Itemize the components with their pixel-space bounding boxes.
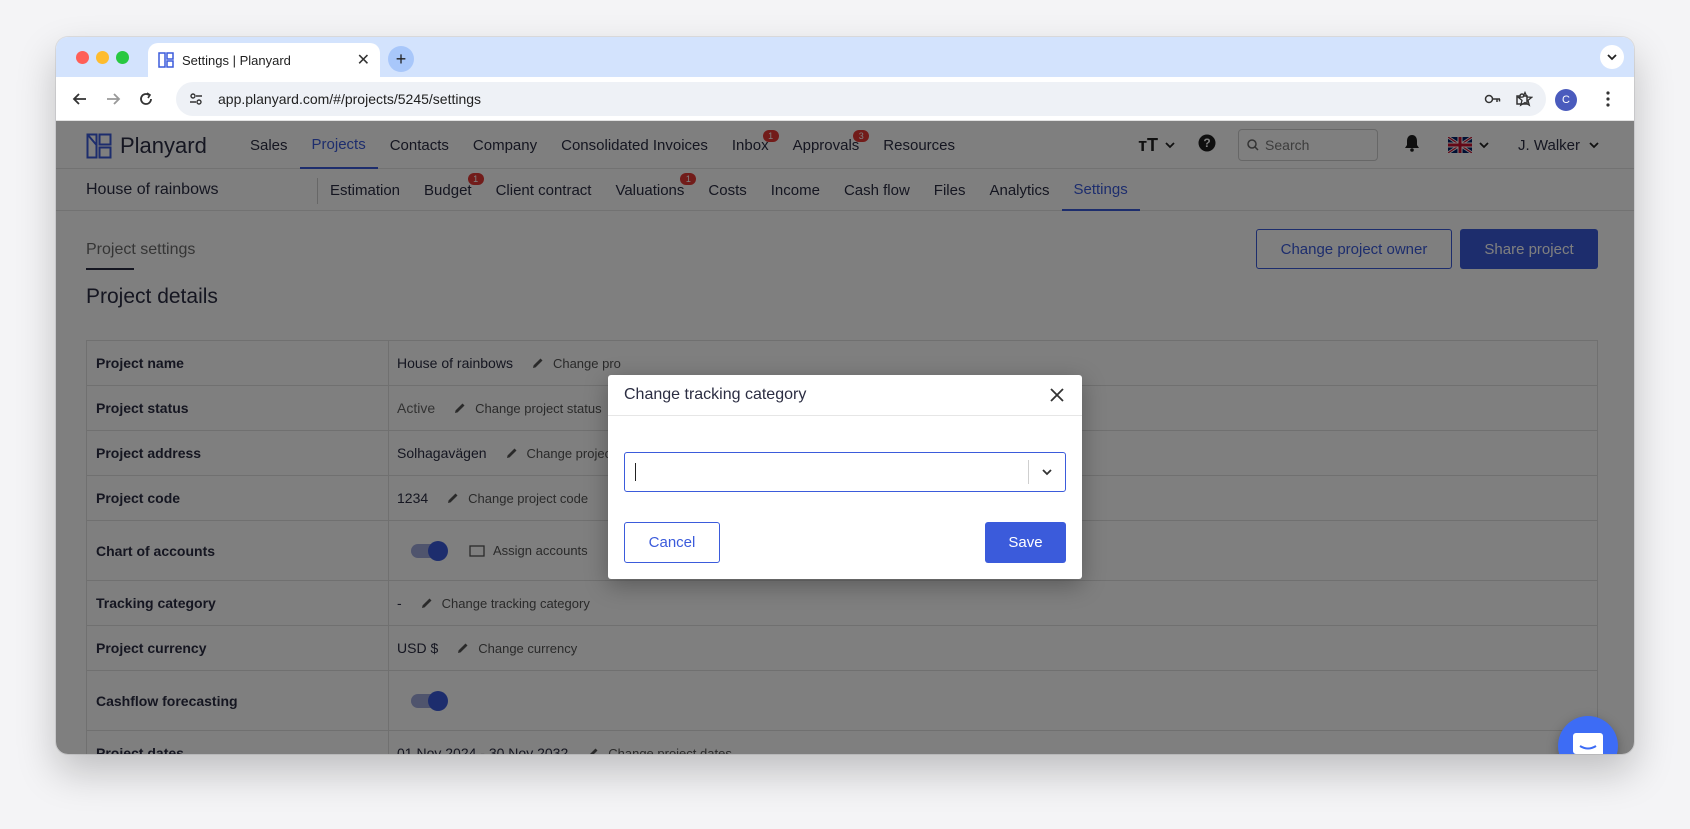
- close-icon[interactable]: [1048, 386, 1066, 404]
- tab-title: Settings | Planyard: [182, 52, 291, 68]
- minimize-window-button[interactable]: [96, 51, 109, 64]
- tab-strip: Settings | Planyard ✕ +: [56, 37, 1634, 77]
- chevron-down-icon: [1042, 469, 1052, 476]
- browser-toolbar: app.planyard.com/#/projects/5245/setting…: [56, 77, 1634, 121]
- profile-avatar[interactable]: C: [1555, 89, 1577, 111]
- chat-icon: [1573, 733, 1603, 754]
- dialog-title: Change tracking category: [624, 386, 807, 403]
- more-vert-icon: [1606, 91, 1610, 107]
- forward-button[interactable]: [101, 87, 125, 111]
- url-text: app.planyard.com/#/projects/5245/setting…: [218, 91, 482, 107]
- arrow-left-icon: [72, 93, 86, 105]
- cancel-button[interactable]: Cancel: [624, 522, 720, 563]
- text-caret: [635, 463, 636, 481]
- reload-icon: [140, 92, 152, 105]
- tracking-category-input[interactable]: [625, 453, 1028, 491]
- new-tab-button[interactable]: +: [388, 46, 414, 72]
- arrow-right-icon: [107, 93, 121, 105]
- browser-menu-button[interactable]: [1596, 87, 1620, 111]
- tab-close-icon[interactable]: ✕: [357, 50, 370, 70]
- tracking-category-select[interactable]: [624, 452, 1066, 492]
- extensions-button[interactable]: [1510, 87, 1534, 111]
- reload-button[interactable]: [134, 87, 158, 111]
- chevron-down-icon: [1607, 54, 1617, 61]
- tab-search-button[interactable]: [1600, 45, 1624, 69]
- close-window-button[interactable]: [76, 51, 89, 64]
- save-button[interactable]: Save: [985, 522, 1066, 563]
- change-tracking-category-dialog: Change tracking category Cancel Save: [608, 375, 1082, 579]
- address-bar[interactable]: app.planyard.com/#/projects/5245/setting…: [176, 82, 1546, 116]
- browser-window: Settings | Planyard ✕ + app.planyard.com…: [56, 37, 1634, 754]
- site-info-icon[interactable]: [188, 91, 204, 107]
- browser-tab[interactable]: Settings | Planyard ✕: [148, 43, 380, 77]
- dialog-header: Change tracking category: [608, 375, 1082, 416]
- maximize-window-button[interactable]: [116, 51, 129, 64]
- app-content: Planyard SalesProjectsContactsCompanyCon…: [56, 121, 1634, 754]
- password-key-icon[interactable]: [1484, 90, 1502, 108]
- back-button[interactable]: [68, 87, 92, 111]
- puzzle-icon: [1516, 93, 1528, 105]
- planyard-favicon-icon: [158, 52, 174, 68]
- dropdown-toggle[interactable]: [1029, 466, 1065, 478]
